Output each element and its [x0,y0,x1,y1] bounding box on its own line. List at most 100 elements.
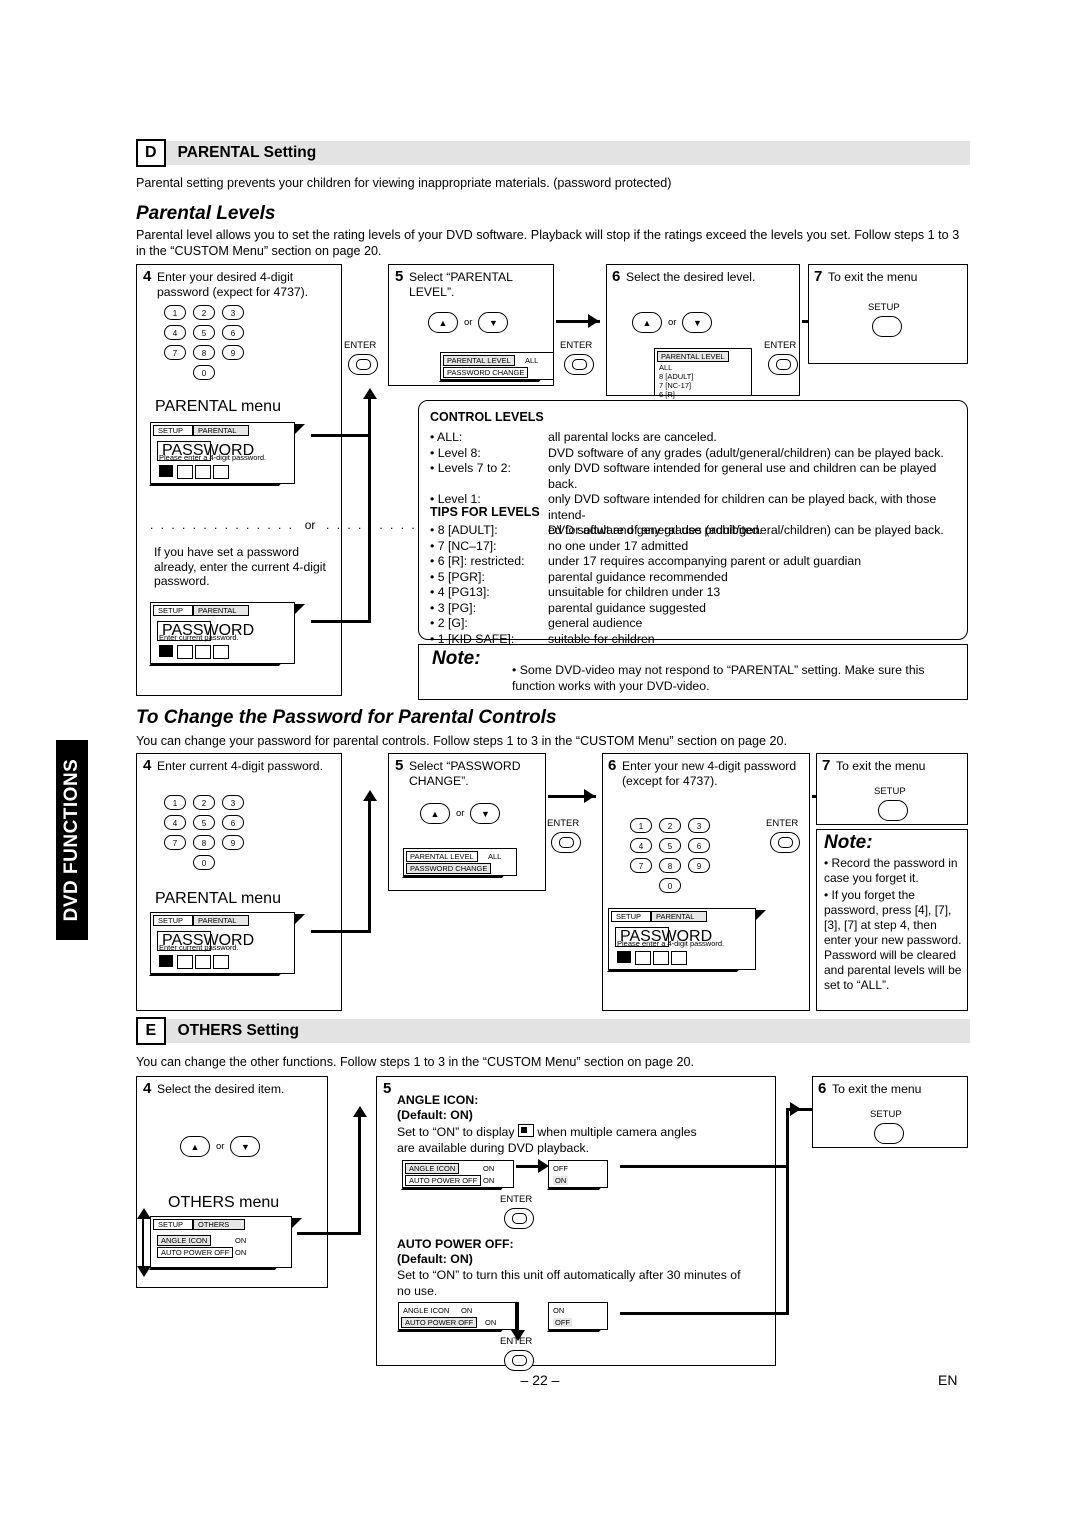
key-2[interactable]: 2 [659,818,681,833]
up-button-2[interactable]: ▲ [632,312,662,333]
step5-text: Select “PARENTAL LEVEL”. [409,270,513,299]
key-7[interactable]: 7 [164,835,186,850]
osd-pw3-digit-1 [159,955,173,967]
key-7[interactable]: 7 [630,858,652,873]
osd-pw4-digit-3 [653,951,669,965]
key-0[interactable]: 0 [659,878,681,893]
enter-label-7: ENTER [500,1336,533,1347]
key-4[interactable]: 4 [630,838,652,853]
key-1[interactable]: 1 [630,818,652,833]
key-3[interactable]: 3 [222,795,244,810]
key-5[interactable]: 5 [193,325,215,340]
numeric-keypad-1[interactable]: 1 2 3 4 5 6 7 8 9 0 [164,305,274,383]
key-4[interactable]: 4 [164,325,186,340]
setup-button-1[interactable] [872,316,902,337]
enter-button-7[interactable] [504,1350,534,1371]
osd-auto-on-1: ON [235,1248,247,1257]
key-8[interactable]: 8 [659,858,681,873]
down-button-3[interactable]: ▼ [470,803,501,824]
enter-icon-2 [571,359,587,370]
osd-auto-power-off-2: AUTO POWER OFF [405,1175,482,1186]
osd-angle-icon-1: ANGLE ICON [157,1235,212,1246]
key-5[interactable]: 5 [193,815,215,830]
enter-button-3[interactable] [768,354,798,375]
enter-button-1[interactable] [348,354,378,375]
key-8[interactable]: 8 [193,345,215,360]
key-6[interactable]: 6 [222,815,244,830]
key-3[interactable]: 3 [222,305,244,320]
key-4[interactable]: 4 [164,815,186,830]
key-6[interactable]: 6 [688,838,710,853]
key-2[interactable]: 2 [193,305,215,320]
down-button-2[interactable]: ▼ [682,312,713,333]
osd-level-8: 8 [ADULT] [659,372,694,381]
osd-setup-tab-4: SETUP [611,911,651,922]
key-9[interactable]: 9 [222,835,244,850]
updown-indicator-up [137,1208,151,1219]
step5-nav-buttons[interactable]: ▲ or ▼ [428,312,509,333]
angle-icon-default: (Default: ON) [397,1108,473,1122]
osd-enter-current-pw: Enter current password. [159,633,239,642]
tips-key: • 6 [R]: restricted: [430,554,525,568]
connector-4b-to-5b-h [311,930,371,933]
osd-auto-on-3: ON [485,1318,497,1327]
tips-value: unsuitable for children under 13 [548,585,721,599]
parental-menu-label-2: PARENTAL menu [155,890,281,907]
step4e-nav-buttons[interactable]: ▲ or ▼ [180,1136,261,1157]
tips-list: • 8 [ADULT]: DVD software of any grades (… [430,523,958,647]
up-button-1[interactable]: ▲ [428,312,458,333]
enter-button-6[interactable] [504,1208,534,1229]
key-1[interactable]: 1 [164,795,186,810]
tips-row: • 2 [G]: general audience [430,616,958,632]
numeric-keypad-2[interactable]: 1 2 3 4 5 6 7 8 9 0 [164,795,274,873]
osd-parental-password-1: SETUP PARENTAL PASSWORD Please enter a 4… [150,422,295,484]
step6-nav-buttons[interactable]: ▲ or ▼ [632,312,713,333]
enter-label-4: ENTER [547,818,580,829]
step4e-text: Select the desired item. [157,1082,285,1096]
key-0[interactable]: 0 [193,855,215,870]
osd-option-on: ON [553,1176,569,1185]
setup-button-3[interactable] [874,1123,904,1144]
key-5[interactable]: 5 [659,838,681,853]
tips-key: • 5 [PGR]: [430,569,485,584]
setup-button-2[interactable] [878,800,908,821]
numeric-keypad-3[interactable]: 1 2 3 4 5 6 7 8 9 0 [630,818,740,896]
or-label-1: or [464,317,473,328]
key-3[interactable]: 3 [688,818,710,833]
down-button-4[interactable]: ▼ [230,1136,261,1157]
step4-number: 4 [143,268,152,285]
auto-power-text: Set to “ON” to turn this unit off automa… [397,1268,741,1298]
key-2[interactable]: 2 [193,795,215,810]
key-0[interactable]: 0 [193,365,215,380]
step6e-number: 6 [818,1080,827,1097]
step5b-nav-buttons[interactable]: ▲ or ▼ [420,803,501,824]
step6b-number: 6 [608,757,617,774]
tips-value: general audience [548,616,643,630]
osd-others-tab: OTHERS [193,1219,245,1230]
osd-parental-level-1: PARENTAL LEVEL [443,355,515,366]
enter-button-2[interactable] [564,354,594,375]
key-7[interactable]: 7 [164,345,186,360]
osd-angle-icon-3: ANGLE ICON [403,1306,450,1315]
osd-parental-level-3: PARENTAL LEVEL [406,851,478,862]
enter-button-4[interactable] [551,832,581,853]
parental-levels-heading: Parental Levels [136,203,276,224]
enter-button-5[interactable] [770,832,800,853]
enter-icon-6 [511,1213,527,1224]
key-9[interactable]: 9 [222,345,244,360]
osd-corner-fold-5 [292,1218,302,1228]
up-button-3[interactable]: ▲ [420,803,450,824]
key-1[interactable]: 1 [164,305,186,320]
osd-pw3-digit-4 [213,955,229,969]
down-button-1[interactable]: ▼ [478,312,509,333]
key-8[interactable]: 8 [193,835,215,850]
enter-label-3: ENTER [764,340,797,351]
tips-value: under 17 requires accompanying parent or… [548,554,862,568]
step7-text: To exit the menu [828,270,918,284]
key-9[interactable]: 9 [688,858,710,873]
key-6[interactable]: 6 [222,325,244,340]
osd-level-6: 6 [R] [659,390,675,399]
up-button-4[interactable]: ▲ [180,1136,210,1157]
osd-parental-password-3: SETUP PARENTAL PASSWORD Enter current pa… [150,912,295,974]
step7-number: 7 [814,268,823,285]
